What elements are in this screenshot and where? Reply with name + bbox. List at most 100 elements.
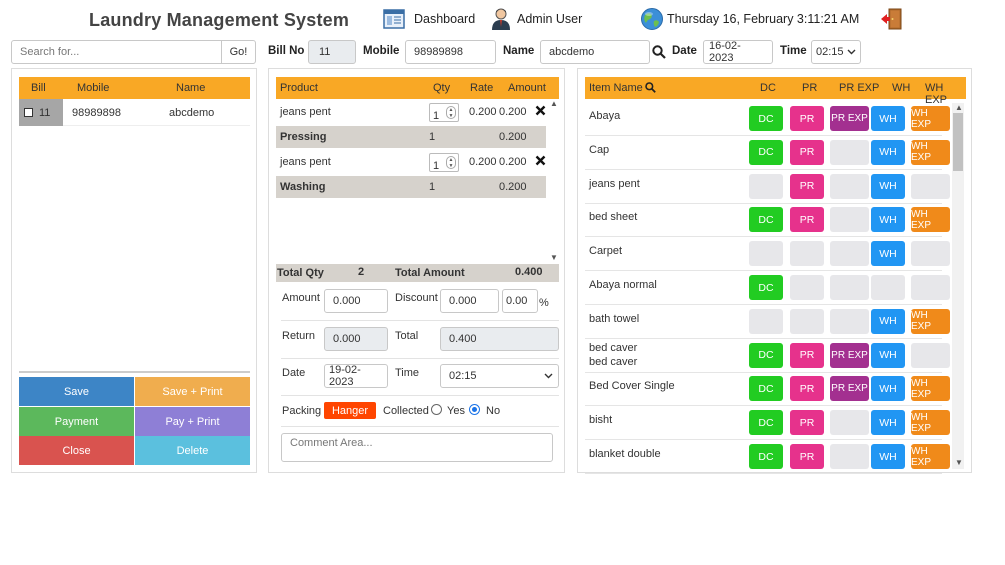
payment-time-select[interactable]: 02:15: [440, 364, 559, 388]
save-print-button[interactable]: Save + Print: [135, 377, 250, 406]
name-field[interactable]: abcdemo: [540, 40, 650, 64]
service-tag-pr[interactable]: PR: [790, 342, 824, 368]
list-item[interactable]: bath towel WH WH EXP: [585, 305, 950, 339]
service-tag-dc[interactable]: DC: [749, 275, 783, 300]
scroll-thumb[interactable]: [953, 113, 963, 171]
scroll-down-icon[interactable]: ▼: [550, 253, 558, 262]
delete-x-icon[interactable]: [535, 105, 546, 119]
list-item[interactable]: Carpet WH: [585, 237, 950, 272]
service-tag-pr[interactable]: PR: [790, 410, 824, 436]
service-tag-wh[interactable]: WH: [871, 207, 905, 233]
service-tag-wh[interactable]: WH: [871, 444, 905, 469]
order-detail-panel: Product Qty Rate Amount jeans pent 1 ▲ ▼ …: [268, 68, 565, 473]
service-tag-wh[interactable]: WH: [871, 342, 905, 368]
service-tag-pr[interactable]: PR: [790, 139, 824, 165]
go-button[interactable]: Go!: [221, 40, 256, 64]
pay-print-button[interactable]: Pay + Print: [135, 407, 250, 436]
search-input[interactable]: Search for...: [11, 40, 222, 64]
service-tag-prx[interactable]: PR EXP: [830, 342, 869, 368]
dashboard-link[interactable]: Dashboard: [382, 7, 475, 31]
service-tag-prx[interactable]: PR EXP: [830, 106, 869, 131]
scroll-up-icon[interactable]: ▲: [955, 103, 963, 112]
service-tag-wh[interactable]: WH: [871, 173, 905, 199]
date-field[interactable]: 16-02-2023: [703, 40, 773, 64]
service-tag-dc[interactable]: DC: [749, 139, 783, 165]
payment-date-field[interactable]: 19-02-2023: [324, 364, 388, 388]
service-tag-pr[interactable]: PR: [790, 376, 824, 402]
service-tag-pr[interactable]: PR: [790, 106, 824, 131]
service-tag-dc[interactable]: DC: [749, 376, 783, 402]
service-tag-wh[interactable]: WH: [871, 241, 905, 267]
service-tag-prx[interactable]: PR EXP: [830, 376, 869, 402]
bill-no-field[interactable]: 11: [308, 40, 356, 64]
quantity-stepper[interactable]: 1 ▲ ▼: [429, 153, 459, 172]
product-row[interactable]: jeans pent 1 ▲ ▼ 0.200 0.200: [276, 150, 546, 174]
close-button[interactable]: Close: [19, 436, 134, 465]
spin-icon[interactable]: ▲ ▼: [446, 156, 456, 169]
item-name-text: Abaya normal: [589, 279, 657, 291]
discount-percent-field[interactable]: 0.00: [502, 289, 538, 313]
admin-user[interactable]: Admin User: [489, 7, 582, 31]
service-tag-whx[interactable]: WH EXP: [911, 139, 950, 165]
save-button[interactable]: Save: [19, 377, 134, 406]
spin-icon[interactable]: ▲ ▼: [446, 106, 456, 119]
service-tag-dc[interactable]: DC: [749, 410, 783, 436]
service-tag-prx: [830, 410, 869, 436]
list-item[interactable]: bed caver bed caver DC PR PR EXP WH: [585, 339, 950, 373]
total-field[interactable]: 0.400: [440, 327, 559, 351]
service-tag-dc[interactable]: DC: [749, 444, 783, 469]
list-item[interactable]: bisht DC PR WH WH EXP: [585, 406, 950, 441]
col-name: Name: [176, 82, 206, 94]
service-tag-whx[interactable]: WH EXP: [911, 444, 950, 469]
items-scrollbar[interactable]: [952, 103, 964, 469]
service-tag-whx[interactable]: WH EXP: [911, 106, 950, 131]
payment-button[interactable]: Payment: [19, 407, 134, 436]
service-tag-pr[interactable]: PR: [790, 207, 824, 233]
product-rate: 0.200: [469, 106, 497, 118]
collected-yes-radio[interactable]: [431, 404, 442, 415]
service-tag-wh[interactable]: WH: [871, 308, 905, 334]
collected-no-radio[interactable]: [469, 404, 480, 415]
discount-field[interactable]: 0.000: [440, 289, 499, 313]
delete-x-icon[interactable]: [535, 155, 546, 169]
service-tag-whx[interactable]: WH EXP: [911, 376, 950, 402]
amount-label: Amount: [282, 292, 320, 304]
col-amount: Amount: [508, 82, 546, 94]
service-tag-dc[interactable]: DC: [749, 106, 783, 131]
logout-button[interactable]: [879, 7, 911, 31]
datetime-display: Thursday 16, February 3:11:21 AM: [640, 7, 859, 31]
list-item[interactable]: Abaya DC PR PR EXP WH WH EXP: [585, 102, 950, 136]
row-checkbox[interactable]: [24, 108, 33, 117]
delete-button[interactable]: Delete: [135, 436, 250, 465]
mobile-field[interactable]: 98989898: [405, 40, 496, 64]
service-tag-wh[interactable]: WH: [871, 106, 905, 131]
return-field[interactable]: 0.000: [324, 327, 388, 351]
hanger-button[interactable]: Hanger: [324, 402, 376, 419]
list-item[interactable]: Cap DC PR WH WH EXP: [585, 136, 950, 170]
service-tag-pr[interactable]: PR: [790, 173, 824, 199]
scroll-up-icon[interactable]: ▲: [550, 99, 558, 108]
amount-field[interactable]: 0.000: [324, 289, 388, 313]
table-row[interactable]: 11 98989898 abcdemo: [19, 99, 250, 126]
service-tag-dc[interactable]: DC: [749, 207, 783, 233]
search-icon[interactable]: [652, 45, 666, 62]
comment-textarea[interactable]: Comment Area...: [281, 433, 553, 462]
list-item[interactable]: bed sheet DC PR WH WH EXP: [585, 203, 950, 238]
service-tag-whx[interactable]: WH EXP: [911, 308, 950, 334]
scroll-down-icon[interactable]: ▼: [955, 458, 963, 467]
service-tag-dc[interactable]: DC: [749, 342, 783, 368]
product-row[interactable]: jeans pent 1 ▲ ▼ 0.200 0.200: [276, 100, 546, 124]
service-tag-wh[interactable]: WH: [871, 410, 905, 436]
time-select[interactable]: 02:15: [811, 40, 861, 64]
service-tag-whx[interactable]: WH EXP: [911, 410, 950, 436]
divider: [19, 371, 250, 373]
list-item[interactable]: Abaya normal DC: [585, 271, 950, 305]
quantity-stepper[interactable]: 1 ▲ ▼: [429, 103, 459, 122]
list-item[interactable]: jeans pent PR WH: [585, 170, 950, 204]
list-item[interactable]: blanket double DC PR WH WH EXP: [585, 440, 950, 474]
service-tag-pr[interactable]: PR: [790, 444, 824, 469]
service-tag-wh[interactable]: WH: [871, 139, 905, 165]
service-tag-wh[interactable]: WH: [871, 376, 905, 402]
service-tag-whx[interactable]: WH EXP: [911, 207, 950, 233]
list-item[interactable]: Bed Cover Single DC PR PR EXP WH WH EXP: [585, 372, 950, 407]
